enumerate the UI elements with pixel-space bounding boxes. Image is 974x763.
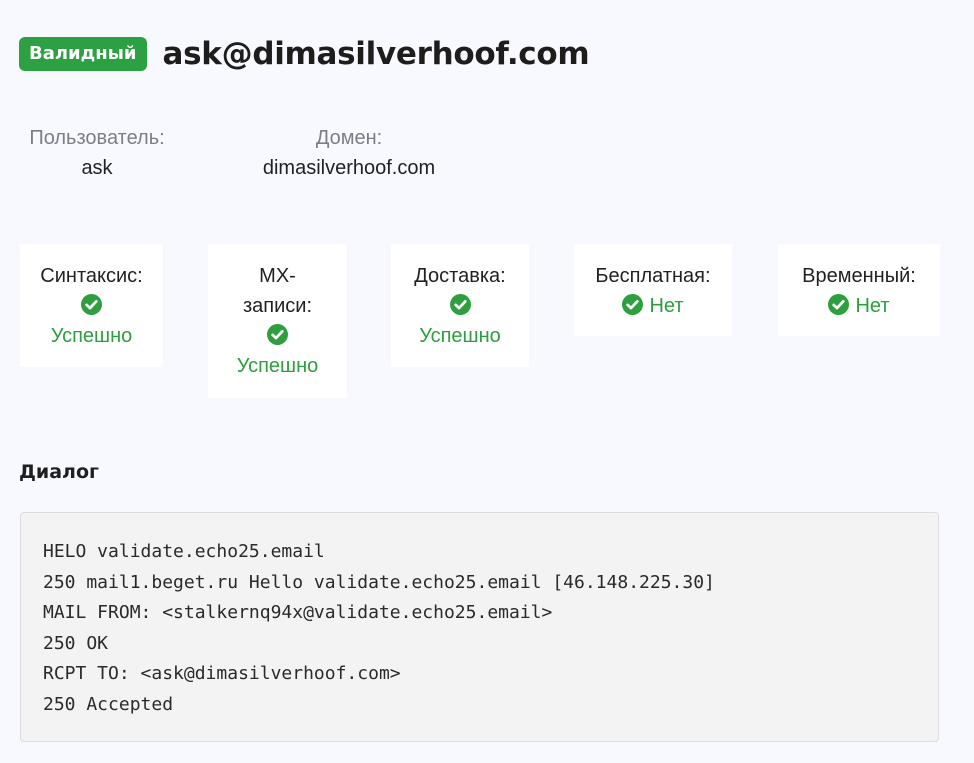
- check-status-temporary: Нет: [855, 295, 890, 317]
- check-circle-icon: [449, 294, 471, 315]
- dialog-title: Диалог: [19, 461, 99, 483]
- check-circle-icon: [267, 324, 288, 345]
- user-value: ask: [81, 157, 113, 179]
- check-card-free: Бесплатная: Нет: [574, 244, 732, 336]
- check-label-delivery: Доставка:: [414, 265, 506, 287]
- user-field: Пользователь: ask: [19, 126, 175, 180]
- check-status-free: Нет: [649, 295, 684, 317]
- dialog-line: MAIL FROM: <stalkernq94x@validate.echo25…: [43, 602, 553, 624]
- status-badge: Валидный: [19, 37, 147, 71]
- domain-value: dimasilverhoof.com: [262, 157, 436, 179]
- check-label-mx-line2: записи:: [242, 295, 313, 317]
- dialog-line: 250 OK: [43, 632, 109, 654]
- dialog-line: 250 Accepted: [43, 693, 174, 715]
- user-label: Пользователь:: [29, 127, 165, 149]
- check-label-mx-line1: MX-: [259, 265, 296, 287]
- check-status-syntax: Успешно: [50, 325, 133, 347]
- dialog-line: 250 mail1.beget.ru Hello validate.echo25…: [43, 571, 715, 593]
- domain-field: Домен: dimasilverhoof.com: [244, 126, 454, 180]
- check-card-syntax: Синтаксис: Успешно: [20, 244, 163, 367]
- check-label-free: Бесплатная:: [595, 265, 711, 287]
- dialog-line: RCPT TO: <ask@dimasilverhoof.com>: [43, 663, 401, 685]
- check-label-syntax: Синтаксис:: [40, 265, 143, 287]
- check-circle-icon: [622, 294, 644, 315]
- check-status-delivery: Успешно: [419, 325, 501, 347]
- check-status-mx: Успешно: [236, 355, 319, 377]
- check-card-temporary: Временный: Нет: [778, 244, 940, 336]
- check-circle-icon: [81, 294, 102, 315]
- check-card-mx: MX- записи: Успешно: [208, 244, 347, 398]
- result-header: Валидный ask@dimasilverhoof.com: [19, 36, 590, 72]
- dialog-line: HELO validate.echo25.email: [43, 541, 325, 562]
- email-title: ask@dimasilverhoof.com: [162, 36, 590, 72]
- check-label-temporary: Временный:: [802, 265, 916, 287]
- check-circle-icon: [828, 294, 850, 315]
- dialog-log: HELO validate.echo25.email 250 mail1.beg…: [20, 512, 939, 742]
- domain-label: Домен:: [315, 127, 383, 149]
- check-card-delivery: Доставка: Успешно: [391, 244, 529, 367]
